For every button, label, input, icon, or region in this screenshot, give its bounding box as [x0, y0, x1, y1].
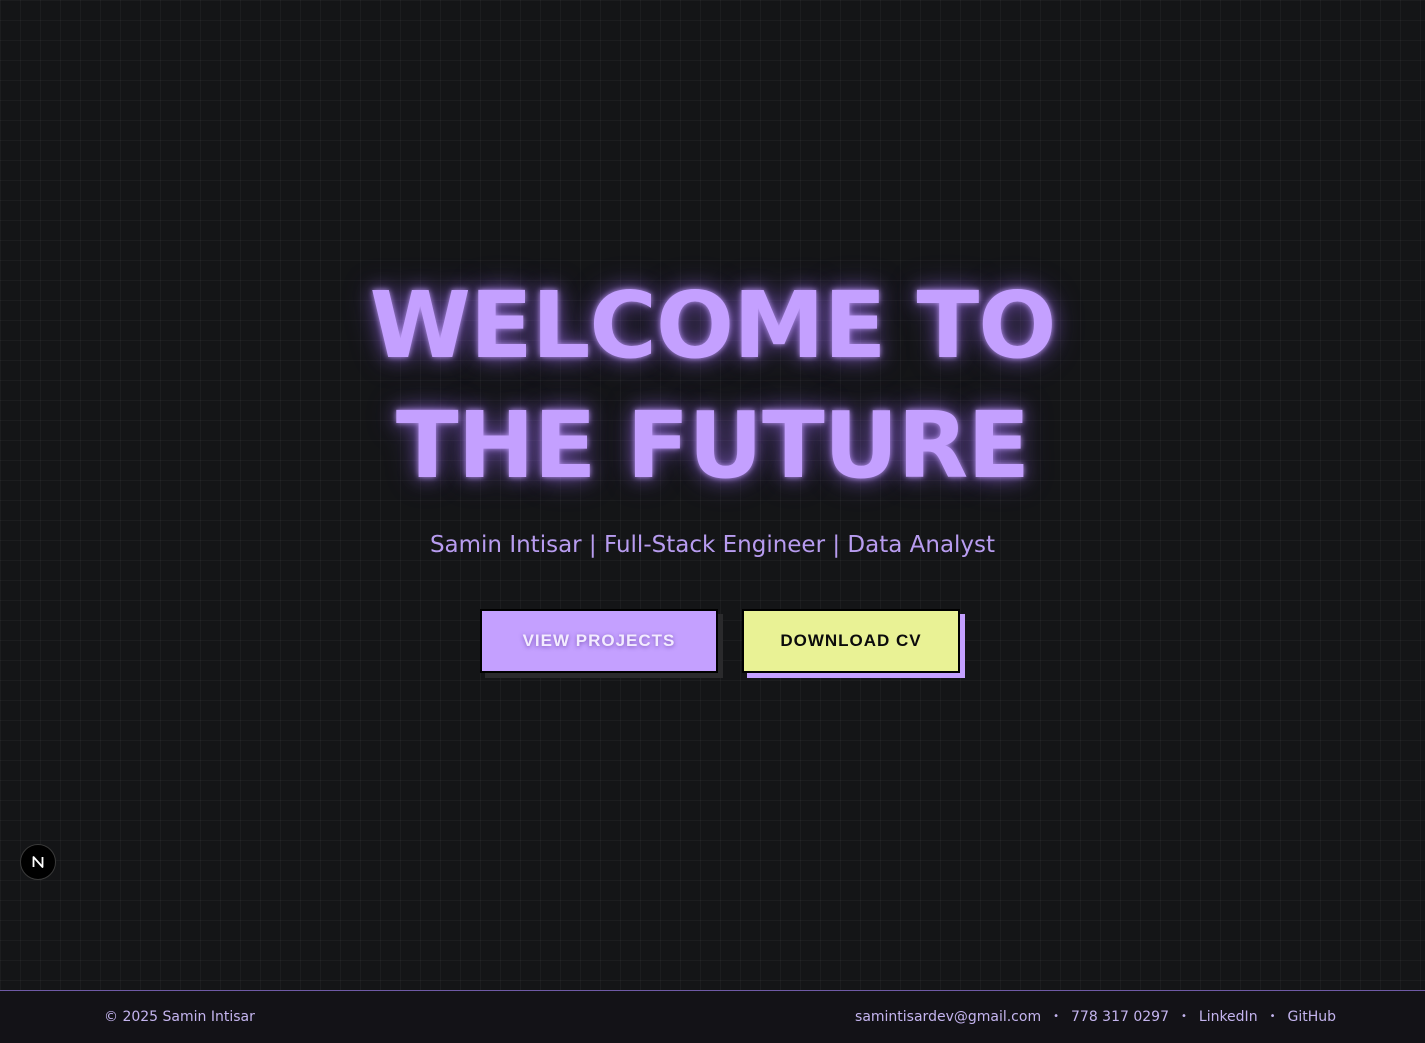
nextjs-dev-badge[interactable] [20, 844, 56, 880]
footer-phone-link[interactable]: 778 317 0297 [1071, 1008, 1169, 1026]
footer-contact-links: samintisardev@gmail.com • 778 317 0297 •… [855, 1008, 1336, 1026]
download-cv-label: DOWNLOAD CV [780, 631, 922, 650]
footer-separator: • [1053, 1011, 1059, 1022]
view-projects-button[interactable]: VIEW PROJECTS [480, 609, 718, 673]
hero-title-line-1: WELCOME TO [369, 272, 1056, 379]
hero-title: WELCOME TO THE FUTURE [0, 266, 1425, 506]
download-cv-button[interactable]: DOWNLOAD CV [742, 609, 960, 673]
site-footer: © 2025 Samin Intisar samintisardev@gmail… [0, 990, 1425, 1043]
footer-github-link[interactable]: GitHub [1287, 1008, 1336, 1026]
hero-subtitle: Samin Intisar | Full-Stack Engineer | Da… [429, 532, 996, 558]
hero-title-line-2: THE FUTURE [395, 392, 1030, 499]
footer-separator: • [1180, 1011, 1187, 1022]
nextjs-logo-icon [32, 856, 44, 868]
footer-separator: • [1269, 1011, 1276, 1022]
footer-linkedin-link[interactable]: LinkedIn [1199, 1008, 1258, 1026]
hero-section: WELCOME TO THE FUTURE Samin Intisar | Fu… [0, 0, 1425, 990]
view-projects-label: VIEW PROJECTS [522, 631, 676, 650]
footer-email-link[interactable]: samintisardev@gmail.com [855, 1008, 1041, 1026]
footer-copyright: © 2025 Samin Intisar [104, 1009, 255, 1025]
